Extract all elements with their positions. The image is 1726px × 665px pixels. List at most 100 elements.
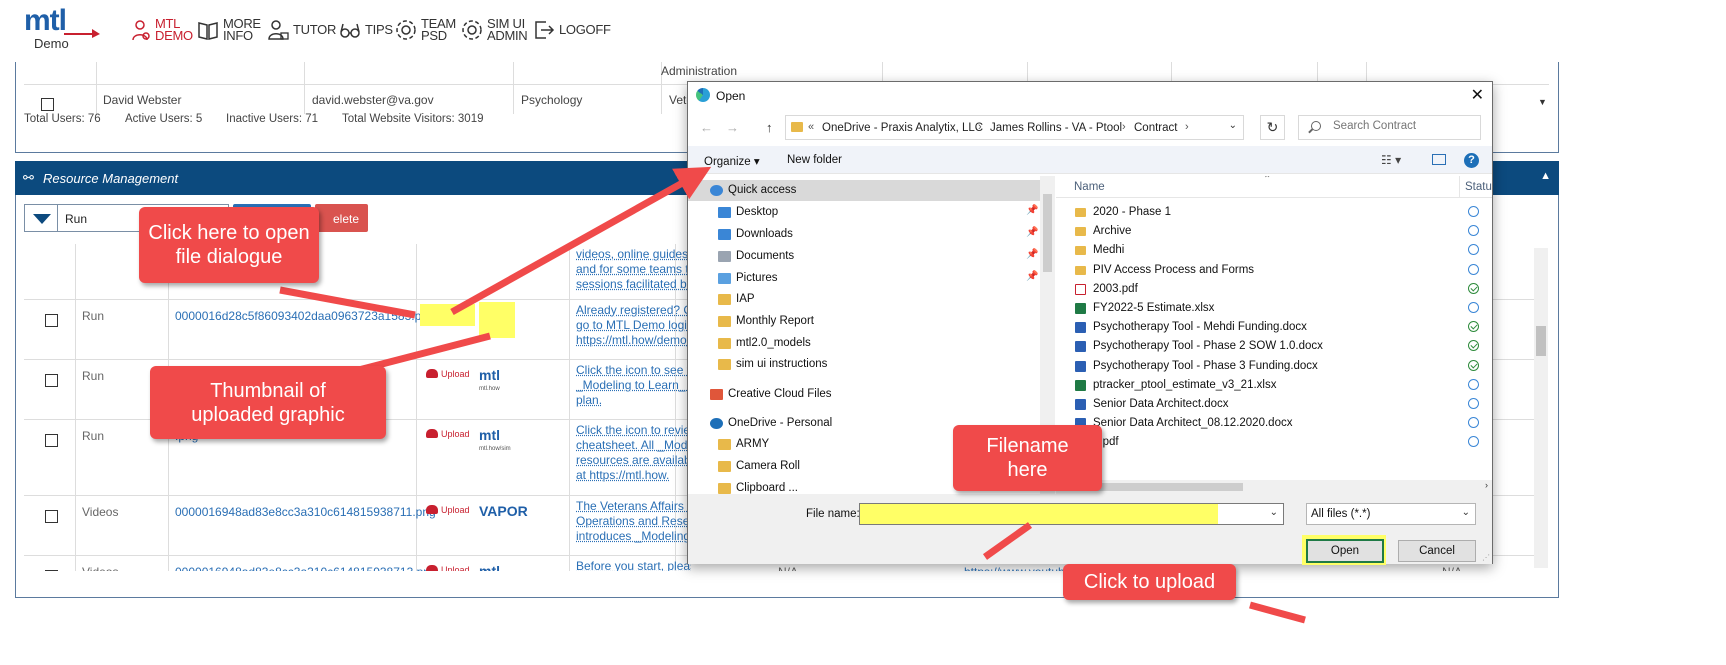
scroll-right-icon[interactable]: › [1485,480,1488,490]
breadcrumb-contract[interactable]: Contract [1134,122,1177,134]
file-row[interactable]: Psychotherapy Tool - Phase 2 SOW 1.0.doc… [1056,337,1492,356]
file-row[interactable]: FY2022-5 Estimate.xlsx [1056,299,1492,318]
upload-button[interactable]: Upload [426,565,476,571]
close-icon[interactable]: ✕ [1471,85,1484,105]
nav-pane-item[interactable]: Documents 📌 [688,246,1040,267]
resource-thumbnail[interactable]: mtl mtl.how [479,368,515,392]
resource-description-line[interactable]: Click the icon to review [576,423,691,438]
forward-arrow-icon[interactable]: → [726,120,739,135]
file-type-dropdown-icon[interactable]: ⌄ [1462,507,1470,518]
nav-item-logoff[interactable]: LOGOFF [532,15,611,45]
file-row[interactable]: Psychotherapy Tool - Phase 3 Funding.doc… [1056,357,1492,376]
help-icon[interactable]: ? [1464,153,1479,168]
upload-button[interactable]: Upload [426,429,476,447]
new-folder-button[interactable]: New folder [787,154,842,166]
nav-pane-item[interactable]: Desktop 📌 [688,202,1040,223]
breadcrumb-separator-icon[interactable]: › [1185,121,1189,133]
resource-description-line[interactable]: https://mtl.how/demo_ [576,333,691,348]
resource-description-line[interactable]: Before you start, please watch this quic… [576,559,691,571]
row-checkbox[interactable] [45,570,58,571]
nav-item-sim-ui-admin[interactable]: SIM UI ADMIN [460,15,528,45]
organize-menu[interactable]: Organize ▾ [704,154,760,168]
refresh-icon[interactable]: ↻ [1260,115,1285,140]
resource-description-line[interactable]: videos, online guides ar [576,247,691,262]
file-row[interactable]: Archive [1056,222,1492,241]
pin-icon[interactable]: 📌 [1026,249,1038,260]
breadcrumb-separator-icon[interactable]: › [978,121,982,133]
nav-item-team-psd[interactable]: TEAM PSD [394,15,456,45]
address-dropdown-icon[interactable]: ⌄ [1229,120,1237,131]
resource-filename[interactable]: 0000016948ad83e8cc3a310c614815938711.png [175,505,436,519]
nav-pane-item[interactable]: Monthly Report [688,311,1040,332]
nav-pane-item[interactable]: Pictures 📌 [688,268,1040,289]
pin-icon[interactable]: 📌 [1026,271,1038,282]
file-type-select[interactable]: All files (*.*) ⌄ [1306,503,1476,525]
breadcrumb-onedrive[interactable]: OneDrive - Praxis Analytix, LLC [822,122,983,134]
resource-description-line[interactable]: plan. [576,393,691,408]
resource-description-line[interactable]: The Veterans Affairs Par [576,499,691,514]
nav-item-mtl-demo[interactable]: MTL DEMO [128,15,193,45]
mtl-logo[interactable]: mtl Demo [18,4,100,52]
view-options-icon[interactable]: ☷ ▾ [1381,153,1401,167]
breadcrumb-separator-icon[interactable]: › [1122,121,1126,133]
collapse-icon[interactable]: ▲ [1540,170,1551,182]
column-status[interactable]: Status [1465,181,1492,193]
user-row-checkbox[interactable] [41,98,54,111]
breadcrumb-project[interactable]: James Rollins - VA - Ptool [990,122,1122,134]
resource-description-line[interactable]: Operations and Researc [576,514,691,529]
overflow-chevron-icon[interactable]: « [808,121,814,133]
file-list-hscrollbar[interactable]: › [1056,480,1492,494]
nav-item-tips[interactable]: TIPS [338,15,393,45]
scroll-down-icon[interactable]: ▼ [1538,97,1547,107]
row-checkbox[interactable] [45,510,58,523]
resource-description-line[interactable]: _Modeling to Learn_ Liv [576,378,691,393]
file-row[interactable]: 2020 - Phase 1 [1056,203,1492,222]
nav-pane-item[interactable]: Quick access [688,180,1040,201]
preview-pane-icon[interactable] [1432,154,1446,165]
up-arrow-icon[interactable]: ↑ [766,120,773,135]
nav-pane-item[interactable]: sim ui instructions [688,354,1040,375]
search-input[interactable] [1333,120,1473,132]
delete-button[interactable]: elete [315,204,368,232]
cancel-button[interactable]: Cancel [1398,540,1476,562]
nav-pane-item[interactable]: Creative Cloud Files [688,384,1040,405]
resize-grip-icon[interactable]: ⋰ [1482,553,1490,562]
resource-description-line[interactable]: Click the icon to see the [576,363,691,378]
row-checkbox[interactable] [45,314,58,327]
file-row[interactable]: ptracker_ptool_estimate_v3_21.xlsx [1056,376,1492,395]
file-row[interactable]: 2003.pdf [1056,280,1492,299]
pin-icon[interactable]: 📌 [1026,227,1038,238]
navigation-scrollbar-thumb[interactable] [1043,194,1052,272]
resource-description-line[interactable]: go to MTL Demo login p [576,318,691,333]
address-bar[interactable]: « OneDrive - Praxis Analytix, LLC › Jame… [785,115,1244,140]
file-name-dropdown-icon[interactable]: ⌄ [1270,507,1278,518]
pin-icon[interactable]: 📌 [1026,205,1038,216]
resource-thumbnail[interactable]: mtl mtl.how/sim [479,428,515,452]
nav-pane-item[interactable]: Downloads 📌 [688,224,1040,245]
resource-description-line[interactable]: resources are available [576,453,691,468]
row-checkbox[interactable] [45,434,58,447]
back-arrow-icon[interactable]: ← [700,120,713,135]
nav-item-more-info[interactable]: MORE INFO [196,15,261,45]
upload-button[interactable]: Upload [426,505,476,523]
resources-scrollbar[interactable] [1534,248,1548,568]
resource-description-line[interactable]: and for some teams thr [576,262,691,277]
file-row[interactable]: Senior Data Architect_08.12.2020.docx [1056,414,1492,433]
resource-description-line[interactable]: Already registered? Clic [576,303,691,318]
resource-thumbnail[interactable]: mtl [479,564,515,571]
resource-description-line[interactable]: at https://mtl.how. [576,468,691,483]
open-button[interactable]: Open [1306,539,1384,563]
nav-pane-item[interactable]: mtl2.0_models [688,333,1040,354]
resource-description-line[interactable]: sessions facilitated by V [576,277,691,292]
file-row[interactable]: 9.pdf [1056,433,1492,452]
resource-filename[interactable]: 0000016948ad83e8cc3a310c614815938713.png [175,565,437,571]
row-checkbox[interactable] [45,374,58,387]
file-name-input[interactable]: ⌄ [859,503,1284,525]
nav-pane-item[interactable]: IAP [688,289,1040,310]
nav-item-tutor[interactable]: TUTOR [266,15,336,45]
resource-description-line[interactable]: introduces _Modeling t [576,529,691,544]
resource-filename[interactable]: 0000016d28c5f86093402daa0963723a1583.png [175,309,435,323]
resource-thumbnail[interactable]: VAPOR [479,504,528,528]
resource-description-line[interactable]: cheatsheet. All _Modeli [576,438,691,453]
dropdown-toggle-icon[interactable] [25,205,58,231]
